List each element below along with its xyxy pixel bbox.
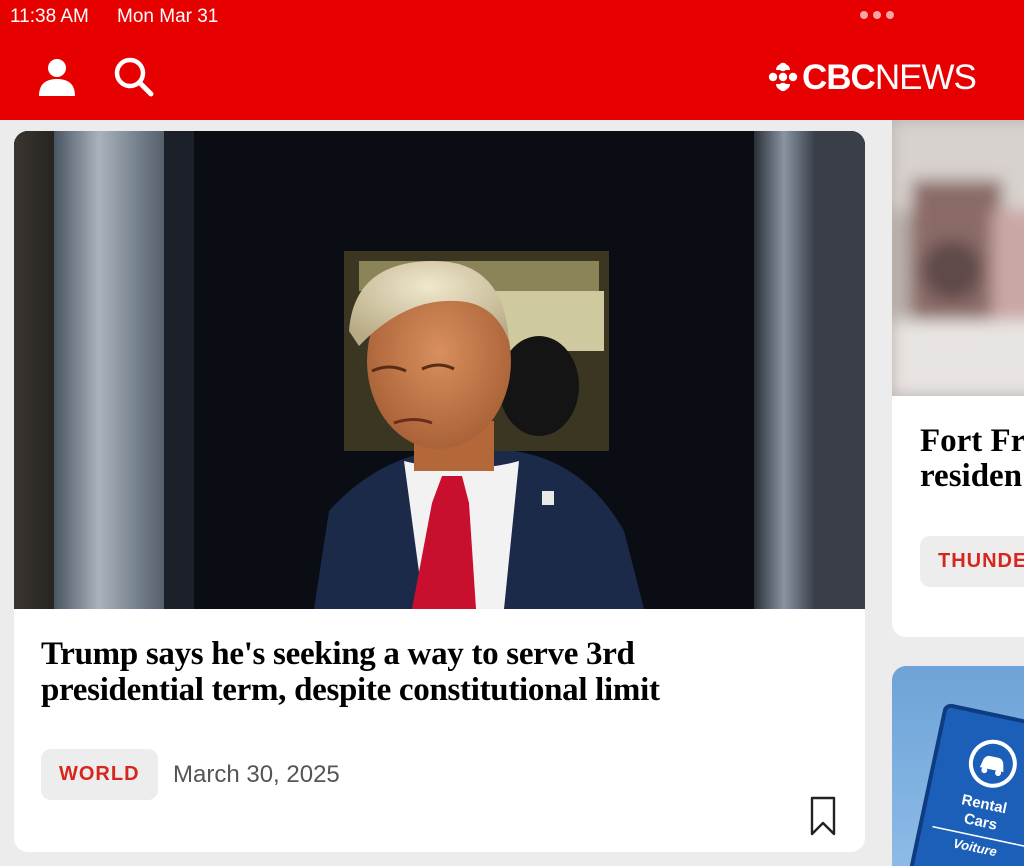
main-story-card[interactable]: Trump says he's seeking a way to serve 3… (14, 131, 865, 852)
category-badge[interactable]: WORLD (41, 749, 158, 800)
story-hero-image (14, 131, 865, 609)
side-story-card[interactable]: Fort Fraresiden THUNDE (892, 120, 1024, 637)
cbc-gem-icon (768, 62, 798, 92)
app-header: 11:38 AM Mon Mar 31 CBCNEWS (0, 0, 1024, 120)
search-icon (114, 57, 154, 97)
story-headline[interactable]: Trump says he's seeking a way to serve 3… (41, 636, 801, 708)
bookmark-button[interactable] (808, 795, 838, 837)
side-category-badge[interactable]: THUNDE (920, 536, 1024, 587)
rental-cars-sign-image: Rental Cars Voiture (892, 666, 1024, 866)
logo-wordmark: CBCNEWS (802, 57, 977, 97)
search-button[interactable] (112, 55, 156, 99)
side-story-headline[interactable]: Fort Fraresiden (920, 424, 1024, 494)
account-button[interactable] (36, 56, 78, 98)
side-story-image (892, 120, 1024, 396)
cbc-news-logo[interactable]: CBCNEWS (768, 56, 977, 98)
side-story-card-2[interactable]: Rental Cars Voiture (892, 666, 1024, 866)
story-date: March 30, 2025 (173, 761, 340, 788)
status-date: Mon Mar 31 (117, 6, 219, 27)
status-time: 11:38 AM (10, 6, 89, 27)
user-icon (39, 59, 75, 96)
multitask-dots-icon[interactable] (860, 11, 894, 19)
bookmark-icon (810, 796, 836, 836)
